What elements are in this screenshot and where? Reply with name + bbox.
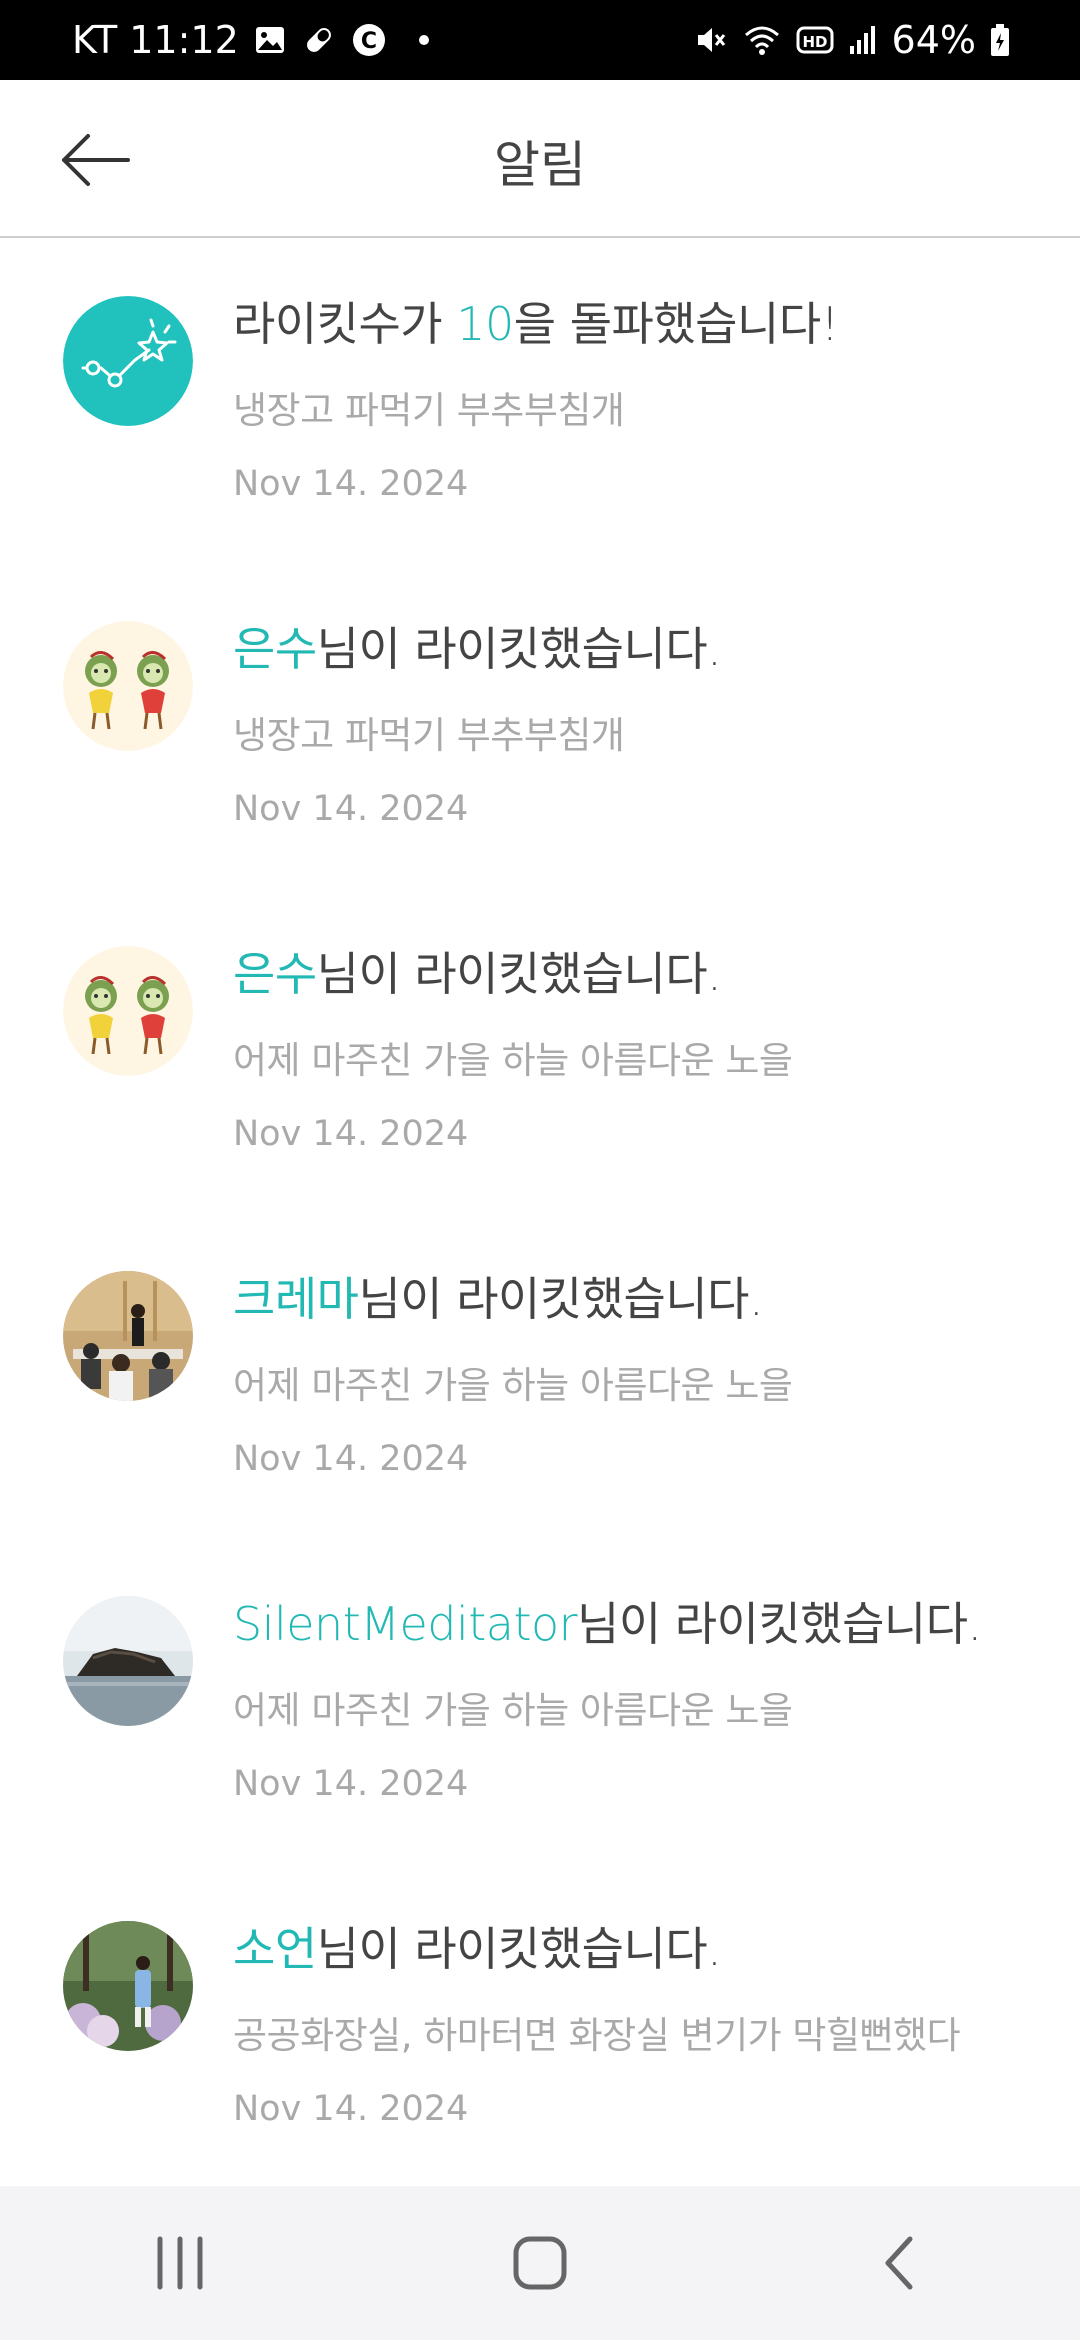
illustrated-avatar-icon — [63, 946, 193, 1076]
page-title: 알림 — [494, 136, 586, 194]
username-link[interactable]: 은수 — [233, 622, 317, 676]
back-icon — [885, 2236, 913, 2290]
signal-icon — [848, 24, 878, 56]
message-suffix: 을 돌파했습니다! — [513, 297, 839, 351]
notification-date: Nov 14. 2024 — [233, 789, 469, 829]
notification-item[interactable]: 크레마님이 라이킷했습니다. 어제 마주친 가을 하늘 아름다운 노을 Nov … — [0, 1213, 1080, 1538]
svg-text:C: C — [361, 29, 377, 54]
recent-apps-button[interactable] — [110, 2213, 250, 2313]
mute-icon — [694, 23, 728, 57]
username-link[interactable]: 크레마 — [233, 1272, 359, 1326]
hd-icon: HD — [796, 25, 834, 55]
milestone-chart-icon — [63, 296, 193, 426]
status-bar-right: HD 64% — [694, 18, 1010, 62]
post-title: 어제 마주친 가을 하늘 아름다운 노을 — [233, 1689, 793, 1732]
notification-message: 라이킷수가 10을 돌파했습니다! — [233, 288, 1050, 354]
illustrated-avatar-icon — [63, 621, 193, 751]
photo-avatar-icon — [63, 1596, 193, 1726]
post-title: 어제 마주친 가을 하늘 아름다운 노을 — [233, 1364, 793, 1407]
dot-icon — [418, 35, 429, 45]
notification-message: 소언님이 라이킷했습니다. — [233, 1913, 1050, 1979]
notification-date: Nov 14. 2024 — [233, 464, 469, 504]
notification-item[interactable]: 소언님이 라이킷했습니다. 공공화장실, 하마터면 화장실 변기가 막힐뻔했다 … — [0, 1863, 1080, 2188]
message-suffix: 님이 라이킷했습니다. — [316, 622, 722, 676]
message-prefix: 라이킷수가 — [233, 297, 457, 351]
post-title: 공공화장실, 하마터면 화장실 변기가 막힐뻔했다 — [233, 2014, 961, 2057]
home-icon — [513, 2236, 567, 2290]
notification-item[interactable]: 라이킷수가 10을 돌파했습니다! 냉장고 파먹기 부추부침개 Nov 14. … — [0, 238, 1080, 563]
notification-texts: 라이킷수가 10을 돌파했습니다! 냉장고 파먹기 부추부침개 Nov 14. … — [233, 288, 1050, 504]
message-suffix: 님이 라이킷했습니다. — [316, 1922, 722, 1976]
photo-avatar-icon — [63, 1921, 193, 2051]
notification-date: Nov 14. 2024 — [233, 2089, 469, 2129]
avatar[interactable] — [63, 1921, 193, 2051]
recent-apps-icon — [157, 2236, 203, 2290]
notification-message: 은수님이 라이킷했습니다. — [233, 938, 1050, 1004]
home-button[interactable] — [470, 2213, 610, 2313]
message-suffix: 님이 라이킷했습니다. — [358, 1272, 764, 1326]
notification-date: Nov 14. 2024 — [233, 1114, 469, 1154]
notification-date: Nov 14. 2024 — [233, 1439, 469, 1479]
avatar[interactable] — [63, 1596, 193, 1726]
system-nav-bar — [0, 2186, 1080, 2340]
app-bar: 알림 — [0, 80, 1080, 238]
image-icon — [253, 23, 287, 57]
highlight-count: 10 — [456, 297, 514, 351]
post-title: 냉장고 파먹기 부추부침개 — [233, 389, 625, 432]
notification-texts: SilentMeditator님이 라이킷했습니다. 어제 마주친 가을 하늘 … — [233, 1588, 1050, 1804]
notification-item[interactable]: SilentMeditator님이 라이킷했습니다. 어제 마주친 가을 하늘 … — [0, 1538, 1080, 1863]
message-suffix: 님이 라이킷했습니다. — [316, 947, 722, 1001]
avatar[interactable] — [63, 946, 193, 1076]
notification-message: SilentMeditator님이 라이킷했습니다. — [233, 1588, 1050, 1654]
notification-texts: 소언님이 라이킷했습니다. 공공화장실, 하마터면 화장실 변기가 막힐뻔했다 … — [233, 1913, 1050, 2129]
post-title: 냉장고 파먹기 부추부침개 — [233, 714, 625, 757]
svg-text:HD: HD — [802, 33, 827, 51]
notification-message: 은수님이 라이킷했습니다. — [233, 613, 1050, 679]
photo-avatar-icon — [63, 1271, 193, 1401]
username-link[interactable]: 소언 — [233, 1922, 317, 1976]
notification-item[interactable]: 은수님이 라이킷했습니다. 냉장고 파먹기 부추부침개 Nov 14. 2024 — [0, 563, 1080, 888]
notification-texts: 은수님이 라이킷했습니다. 냉장고 파먹기 부추부침개 Nov 14. 2024 — [233, 613, 1050, 829]
battery-level: 64% — [891, 18, 976, 62]
battery-icon — [990, 23, 1010, 57]
post-title: 어제 마주친 가을 하늘 아름다운 노을 — [233, 1039, 793, 1082]
notification-texts: 은수님이 라이킷했습니다. 어제 마주친 가을 하늘 아름다운 노을 Nov 1… — [233, 938, 1050, 1154]
avatar[interactable] — [63, 621, 193, 751]
username-link[interactable]: 은수 — [233, 947, 317, 1001]
system-back-button[interactable] — [830, 2213, 970, 2313]
notification-list: 라이킷수가 10을 돌파했습니다! 냉장고 파먹기 부추부침개 Nov 14. … — [0, 238, 1080, 2188]
pill-icon — [301, 22, 337, 58]
c-badge-icon: C — [351, 22, 387, 58]
notification-message: 크레마님이 라이킷했습니다. — [233, 1263, 1050, 1329]
avatar[interactable] — [63, 1271, 193, 1401]
carrier-time: KT 11:12 — [72, 18, 239, 62]
wifi-icon — [742, 23, 782, 57]
notification-date: Nov 14. 2024 — [233, 1764, 469, 1804]
notification-texts: 크레마님이 라이킷했습니다. 어제 마주친 가을 하늘 아름다운 노을 Nov … — [233, 1263, 1050, 1479]
message-suffix: 님이 라이킷했습니다. — [577, 1597, 982, 1651]
notification-item[interactable]: 은수님이 라이킷했습니다. 어제 마주친 가을 하늘 아름다운 노을 Nov 1… — [0, 888, 1080, 1213]
status-bar: KT 11:12 C HD 64% — [0, 0, 1080, 80]
username-link[interactable]: SilentMeditator — [233, 1597, 578, 1651]
status-bar-left: KT 11:12 C — [72, 18, 429, 62]
